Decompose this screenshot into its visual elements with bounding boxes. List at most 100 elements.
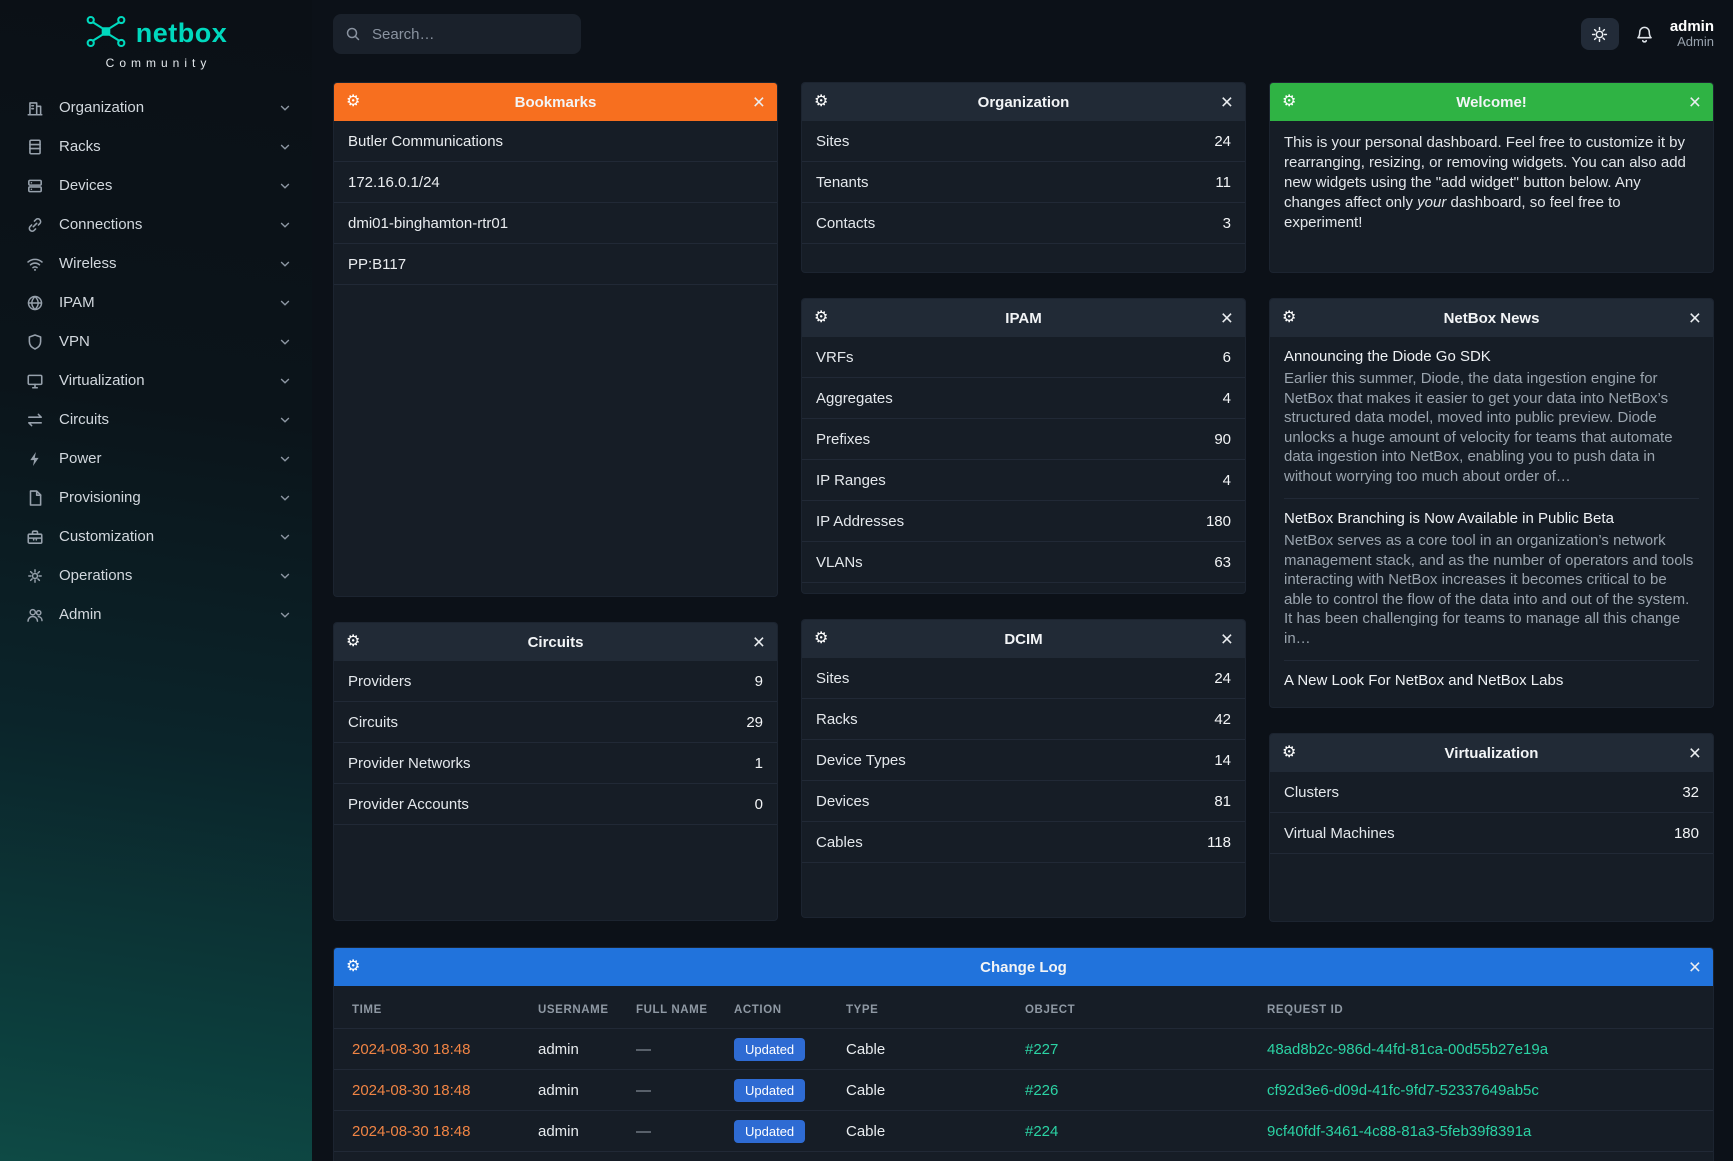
- stat-label-link[interactable]: VRFs: [816, 349, 854, 366]
- sidebar-item-racks[interactable]: Racks: [0, 127, 312, 166]
- stat-label-link[interactable]: Devices: [816, 793, 869, 810]
- close-icon[interactable]: ×: [753, 92, 765, 113]
- widget-settings-icon[interactable]: ⚙: [1282, 745, 1296, 761]
- stat-value: 81: [1214, 793, 1231, 810]
- close-icon[interactable]: ×: [1221, 92, 1233, 113]
- close-icon[interactable]: ×: [753, 632, 765, 653]
- close-icon[interactable]: ×: [1689, 308, 1701, 329]
- stat-label-link[interactable]: IP Addresses: [816, 513, 904, 530]
- sidebar-item-organization[interactable]: Organization: [0, 88, 312, 127]
- changelog-object-link[interactable]: #224: [1025, 1123, 1267, 1140]
- changelog-request-id-link[interactable]: 48ad8b2c-986d-44fd-81ca-00d55b27e19a: [1267, 1041, 1697, 1058]
- changelog-time-link[interactable]: 2024-08-30 18:48: [352, 1082, 538, 1099]
- widget-settings-icon[interactable]: ⚙: [346, 959, 360, 975]
- stat-label-link[interactable]: Aggregates: [816, 390, 893, 407]
- sidebar-item-ipam[interactable]: IPAM: [0, 283, 312, 322]
- dashboard-column-3: ⚙ Welcome! × This is your personal dashb…: [1269, 82, 1714, 922]
- sidebar-item-wireless[interactable]: Wireless: [0, 244, 312, 283]
- changelog-request-id-link[interactable]: 9cf40fdf-3461-4c88-81a3-5feb39f8391a: [1267, 1123, 1697, 1140]
- news-headline-link[interactable]: Announcing the Diode Go SDK: [1284, 348, 1699, 365]
- stat-label-link[interactable]: Prefixes: [816, 431, 870, 448]
- notifications-button[interactable]: [1635, 25, 1654, 44]
- widget-title: Circuits: [378, 634, 733, 651]
- stat-value: 0: [755, 796, 763, 813]
- bookmark-item[interactable]: dmi01-binghamton-rtr01: [334, 203, 777, 244]
- widget-settings-icon[interactable]: ⚙: [1282, 94, 1296, 110]
- close-icon[interactable]: ×: [1689, 957, 1701, 978]
- sidebar-item-circuits[interactable]: Circuits: [0, 400, 312, 439]
- sidebar-item-devices[interactable]: Devices: [0, 166, 312, 205]
- stat-label-link[interactable]: Provider Accounts: [348, 796, 469, 813]
- stat-label-link[interactable]: Clusters: [1284, 784, 1339, 801]
- stat-label-link[interactable]: Circuits: [348, 714, 398, 731]
- widget-settings-icon[interactable]: ⚙: [814, 631, 828, 647]
- search-input[interactable]: [370, 25, 569, 44]
- stat-label-link[interactable]: Contacts: [816, 215, 875, 232]
- stat-label-link[interactable]: Sites: [816, 670, 849, 687]
- sidebar-item-vpn[interactable]: VPN: [0, 322, 312, 361]
- changelog-request-id-link[interactable]: cf92d3e6-d09d-41fc-9fd7-52337649ab5c: [1267, 1082, 1697, 1099]
- stat-label-link[interactable]: Racks: [816, 711, 858, 728]
- sidebar-item-power[interactable]: Power: [0, 439, 312, 478]
- stat-label-link[interactable]: Cables: [816, 834, 863, 851]
- close-icon[interactable]: ×: [1221, 308, 1233, 329]
- widget-title: DCIM: [846, 631, 1201, 648]
- theme-toggle-button[interactable]: [1581, 18, 1619, 50]
- sidebar-item-customization[interactable]: Customization: [0, 517, 312, 556]
- stat-label-link[interactable]: Sites: [816, 133, 849, 150]
- stat-label-link[interactable]: Providers: [348, 673, 411, 690]
- bookmark-item[interactable]: 172.16.0.1/24: [334, 162, 777, 203]
- stat-label-link[interactable]: IP Ranges: [816, 472, 886, 489]
- widget-changelog: ⚙ Change Log × TIME USERNAME FULL NAME A…: [333, 947, 1714, 1161]
- widget-organization-header[interactable]: ⚙ Organization ×: [802, 83, 1245, 121]
- close-icon[interactable]: ×: [1689, 743, 1701, 764]
- changelog-time-link[interactable]: 2024-08-30 18:48: [352, 1123, 538, 1140]
- stat-label-link[interactable]: VLANs: [816, 554, 863, 571]
- stat-row: Virtual Machines180: [1270, 813, 1713, 854]
- stat-label-link[interactable]: Virtual Machines: [1284, 825, 1395, 842]
- widget-settings-icon[interactable]: ⚙: [346, 94, 360, 110]
- stat-value: 180: [1206, 513, 1231, 530]
- sidebar-item-connections[interactable]: Connections: [0, 205, 312, 244]
- changelog-object-link[interactable]: #227: [1025, 1041, 1267, 1058]
- widget-news-header[interactable]: ⚙ NetBox News ×: [1270, 299, 1713, 337]
- brand-logo[interactable]: netbox Community: [0, 0, 312, 70]
- changelog-object-link[interactable]: #226: [1025, 1082, 1267, 1099]
- sidebar-item-label: Connections: [59, 216, 278, 233]
- widget-dcim-header[interactable]: ⚙ DCIM ×: [802, 620, 1245, 658]
- widget-ipam: ⚙ IPAM × VRFs6 Aggregates4 Prefixes90 IP…: [801, 298, 1246, 594]
- stat-value: 6: [1223, 349, 1231, 366]
- stat-row: IP Ranges4: [802, 460, 1245, 501]
- news-headline-link[interactable]: A New Look For NetBox and NetBox Labs: [1284, 672, 1699, 689]
- user-menu[interactable]: admin Admin: [1670, 18, 1714, 50]
- close-icon[interactable]: ×: [1221, 629, 1233, 650]
- widget-settings-icon[interactable]: ⚙: [346, 634, 360, 650]
- bookmark-item[interactable]: Butler Communications: [334, 121, 777, 162]
- stat-label-link[interactable]: Device Types: [816, 752, 906, 769]
- widget-circuits-header[interactable]: ⚙ Circuits ×: [334, 623, 777, 661]
- widget-title: Change Log: [378, 959, 1669, 976]
- close-icon[interactable]: ×: [1689, 92, 1701, 113]
- stat-label-link[interactable]: Provider Networks: [348, 755, 471, 772]
- widget-bookmarks-header[interactable]: ⚙ Bookmarks ×: [334, 83, 777, 121]
- sidebar-item-provisioning[interactable]: Provisioning: [0, 478, 312, 517]
- bookmark-item[interactable]: PP:B117: [334, 244, 777, 285]
- wifi-icon: [26, 255, 46, 273]
- sidebar-item-label: Admin: [59, 606, 278, 623]
- widget-settings-icon[interactable]: ⚙: [1282, 310, 1296, 326]
- sidebar-item-operations[interactable]: Operations: [0, 556, 312, 595]
- widget-settings-icon[interactable]: ⚙: [814, 310, 828, 326]
- widget-virtualization-header[interactable]: ⚙ Virtualization ×: [1270, 734, 1713, 772]
- widget-settings-icon[interactable]: ⚙: [814, 94, 828, 110]
- widget-ipam-header[interactable]: ⚙ IPAM ×: [802, 299, 1245, 337]
- widget-changelog-header[interactable]: ⚙ Change Log ×: [334, 948, 1713, 986]
- widget-welcome-header[interactable]: ⚙ Welcome! ×: [1270, 83, 1713, 121]
- stat-label-link[interactable]: Tenants: [816, 174, 869, 191]
- sidebar-item-admin[interactable]: Admin: [0, 595, 312, 634]
- sidebar-item-virtualization[interactable]: Virtualization: [0, 361, 312, 400]
- sun-icon: [1591, 26, 1608, 43]
- column-header: REQUEST ID: [1267, 1004, 1697, 1016]
- news-headline-link[interactable]: NetBox Branching is Now Available in Pub…: [1284, 510, 1699, 527]
- changelog-time-link[interactable]: 2024-08-30 18:48: [352, 1041, 538, 1058]
- stat-value: 42: [1214, 711, 1231, 728]
